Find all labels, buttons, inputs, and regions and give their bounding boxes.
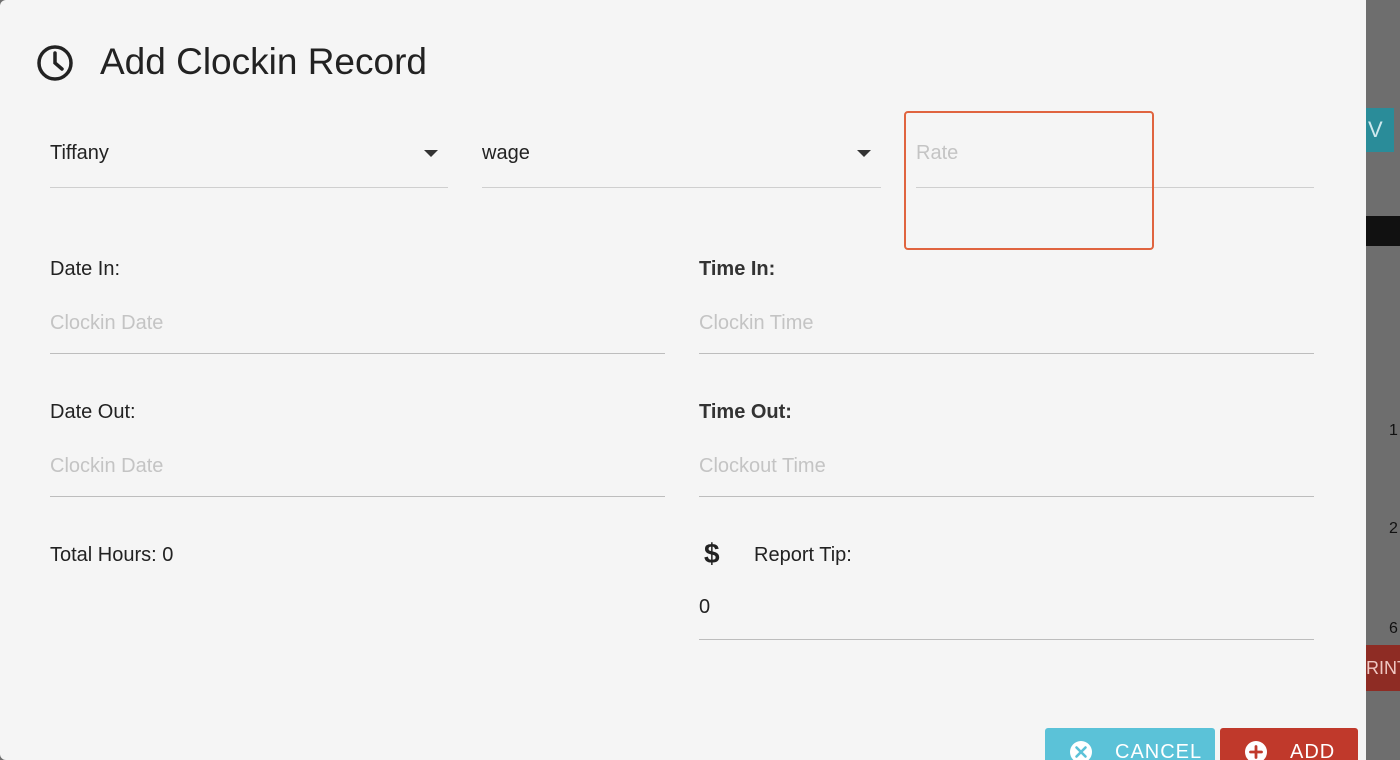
cancel-button-label: CANCEL: [1115, 741, 1203, 760]
pay-type-select[interactable]: wage: [482, 136, 881, 188]
add-button[interactable]: ADD: [1220, 728, 1358, 760]
time-in-field: [699, 304, 1314, 354]
employee-select[interactable]: Tiffany: [50, 136, 448, 188]
background-teal-button: V: [1366, 108, 1394, 152]
dialog-title: Add Clockin Record: [100, 41, 427, 82]
date-out-label: Date Out:: [50, 401, 136, 423]
clock-icon: [37, 45, 73, 81]
chevron-down-icon: [857, 150, 871, 157]
cancel-button[interactable]: CANCEL: [1045, 728, 1215, 760]
time-out-label: Time Out:: [699, 401, 792, 423]
background-number: 1: [1389, 422, 1398, 439]
date-out-field: [50, 447, 665, 497]
add-button-label: ADD: [1290, 741, 1336, 760]
rate-highlight-box: [904, 111, 1154, 250]
report-tip-label: Report Tip:: [754, 544, 852, 566]
close-circle-icon: [1070, 741, 1092, 760]
time-in-label: Time In:: [699, 258, 776, 280]
report-tip-value: 0: [699, 596, 711, 618]
time-out-field: [699, 447, 1314, 497]
date-in-field: [50, 304, 665, 354]
employee-select-value: Tiffany: [50, 142, 109, 164]
plus-circle-icon: [1245, 741, 1267, 760]
time-out-input[interactable]: [699, 455, 1314, 478]
total-hours-text: Total Hours: 0: [50, 544, 174, 566]
date-in-label: Date In:: [50, 258, 121, 280]
date-out-input[interactable]: [50, 455, 665, 478]
background-number: 6: [1389, 620, 1398, 637]
background-header-bar: [1366, 216, 1400, 246]
dollar-icon: $: [704, 538, 720, 569]
report-tip-field[interactable]: 0: [699, 590, 1314, 640]
date-in-input[interactable]: [50, 312, 665, 335]
chevron-down-icon: [424, 150, 438, 157]
background-number: 2: [1389, 520, 1398, 537]
pay-type-select-value: wage: [482, 142, 530, 164]
background-print-button: RINT: [1366, 645, 1400, 691]
add-clockin-dialog: Add Clockin Record Tiffany wage Date In:…: [0, 0, 1366, 760]
time-in-input[interactable]: [699, 312, 1314, 335]
background-app: V 1 2 6 RINT: [1366, 0, 1400, 760]
